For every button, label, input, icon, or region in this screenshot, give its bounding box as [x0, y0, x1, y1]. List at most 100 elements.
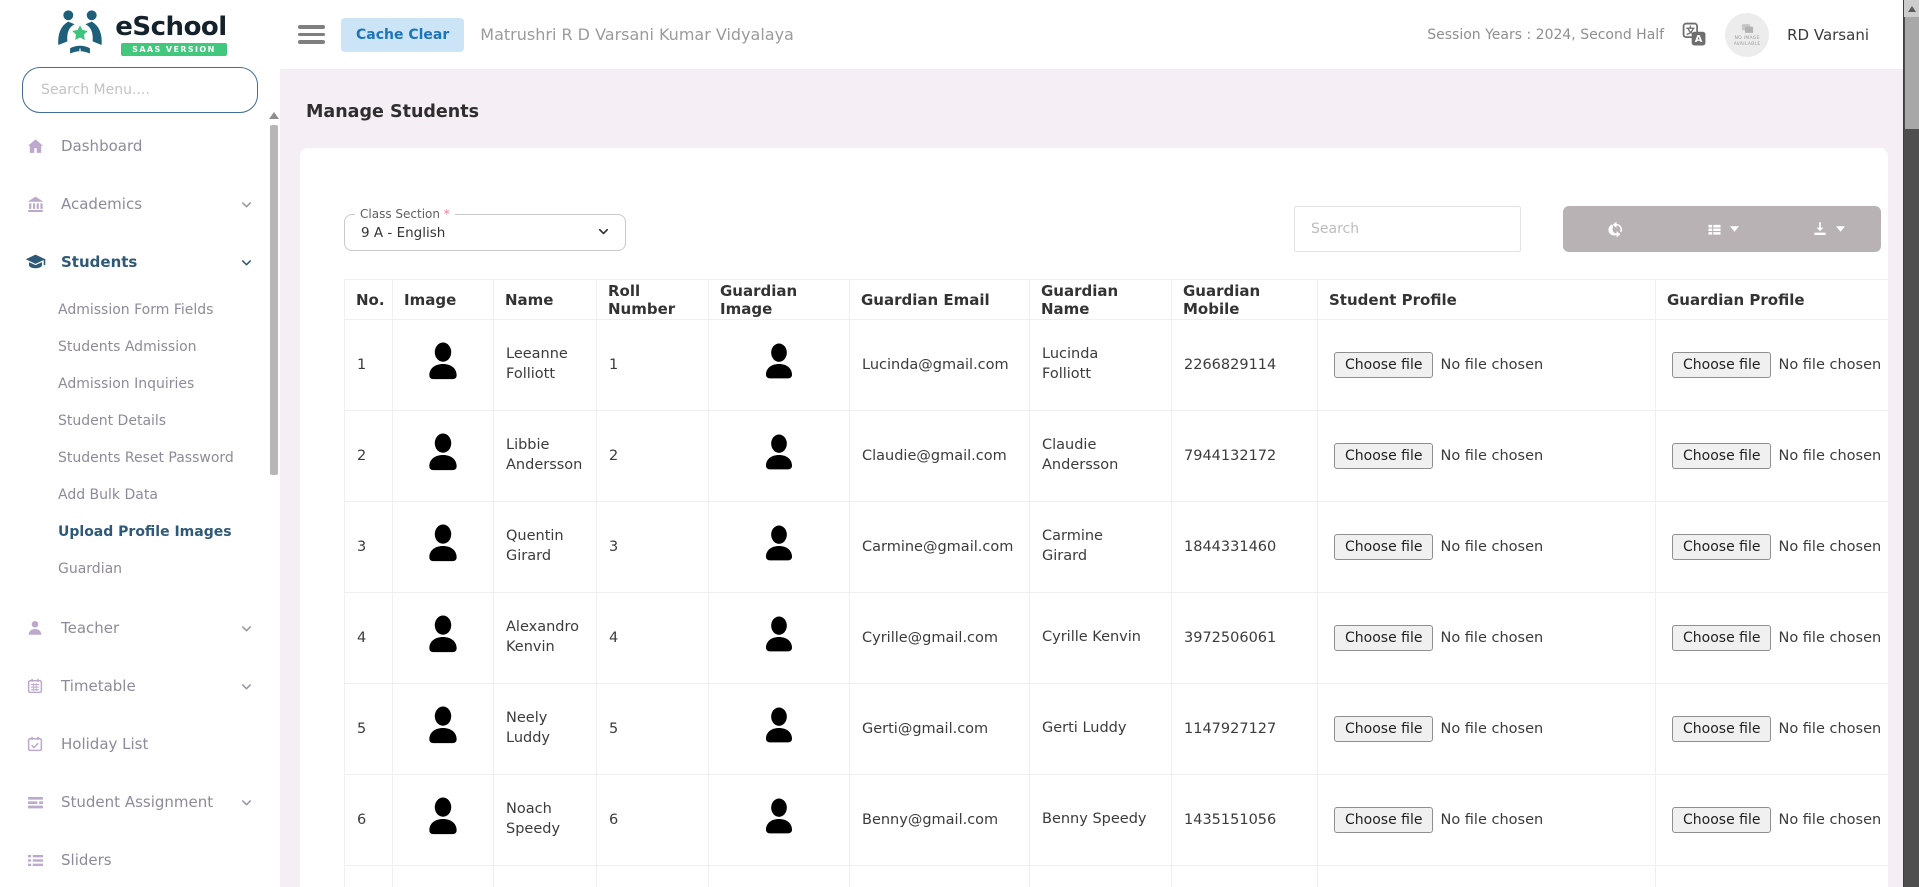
student-profile-file-input[interactable]: Choose file No file chosen	[1334, 534, 1543, 560]
student-profile-file-input[interactable]: Choose file No file chosen	[1334, 716, 1543, 742]
person-icon	[759, 705, 799, 749]
cell-guardian-name: Benny Speedy	[1030, 775, 1172, 866]
sidebar-item-label: Teacher	[61, 619, 119, 637]
sidebar-subitem-student-details[interactable]: Student Details	[0, 402, 280, 439]
cell-guardian-profile: Choose file No file chosen	[1656, 775, 1889, 866]
cell-guardian-mobile: 1435151056	[1172, 775, 1318, 866]
choose-file-button[interactable]: Choose file	[1334, 352, 1433, 378]
subitem-label: Students Reset Password	[58, 450, 234, 466]
table-search-input[interactable]	[1294, 206, 1521, 252]
sidebar-item-label: Dashboard	[61, 137, 142, 155]
sidebar-item-student-assignment[interactable]: Student Assignment	[0, 773, 280, 831]
choose-file-button[interactable]: Choose file	[1672, 352, 1771, 378]
person-icon	[422, 613, 464, 659]
table-actions-group	[1563, 206, 1881, 252]
page-scrollbar-thumb[interactable]	[1905, 17, 1919, 129]
cell-roll-number: 4	[597, 593, 709, 684]
sidebar-item-label: Student Assignment	[61, 793, 213, 811]
sidebar-item-dashboard[interactable]: Dashboard	[0, 117, 280, 175]
class-section-select[interactable]: 9 A - English	[355, 221, 615, 243]
cell-student-image	[393, 775, 494, 866]
choose-file-button[interactable]: Choose file	[1334, 534, 1433, 560]
subitem-label: Upload Profile Images	[58, 524, 232, 540]
cell-guardian-mobile: 1147927127	[1172, 684, 1318, 775]
sidebar-scrollbar[interactable]	[269, 112, 279, 887]
sidebar-item-sliders[interactable]: Sliders	[0, 831, 280, 887]
student-profile-file-input[interactable]: Choose file No file chosen	[1334, 807, 1543, 833]
header-image: Image	[393, 280, 494, 320]
choose-file-button[interactable]: Choose file	[1672, 625, 1771, 651]
sidebar-scrollbar-thumb[interactable]	[270, 125, 278, 475]
student-profile-file-input[interactable]: Choose file No file chosen	[1334, 625, 1543, 651]
page-scroll-up-button[interactable]	[1904, 0, 1919, 17]
brand-logo[interactable]: eSchool SAAS VERSION	[0, 0, 280, 63]
sidebar-item-academics[interactable]: Academics	[0, 175, 280, 233]
guardian-profile-file-input[interactable]: Choose file No file chosen	[1672, 443, 1881, 469]
columns-button[interactable]	[1669, 206, 1775, 252]
sidebar-search-input[interactable]	[22, 67, 258, 113]
sidebar-item-label: Students	[61, 253, 137, 271]
sidebar-item-timetable[interactable]: Timetable	[0, 657, 280, 715]
caret-down-icon	[1730, 226, 1739, 232]
cell-no	[345, 866, 393, 887]
page-scrollbar[interactable]	[1903, 0, 1919, 887]
header-guardian-name: Guardian Name	[1030, 280, 1172, 320]
students-submenu: Admission Form Fields Students Admission…	[0, 291, 280, 587]
cell-student-profile: Choose file No file chosen	[1318, 502, 1656, 593]
student-profile-file-input[interactable]: Choose file No file chosen	[1334, 352, 1543, 378]
sidebar-subitem-students-reset-password[interactable]: Students Reset Password	[0, 439, 280, 476]
no-file-chosen-text: No file chosen	[1778, 448, 1881, 464]
student-profile-file-input[interactable]: Choose file No file chosen	[1334, 443, 1543, 469]
choose-file-button[interactable]: Choose file	[1672, 807, 1771, 833]
subitem-label: Admission Inquiries	[58, 376, 194, 392]
choose-file-button[interactable]: Choose file	[1334, 807, 1433, 833]
hamburger-menu-icon[interactable]	[298, 25, 325, 44]
sidebar-item-teacher[interactable]: Teacher	[0, 599, 280, 657]
sidebar-subitem-students-admission[interactable]: Students Admission	[0, 328, 280, 365]
user-icon	[24, 619, 46, 637]
header-roll-number: Roll Number	[597, 280, 709, 320]
header-name: Name	[494, 280, 597, 320]
cell-guardian-email: Cyrille@gmail.com	[850, 593, 1030, 684]
header-student-profile: Student Profile	[1318, 280, 1656, 320]
sidebar-subitem-admission-form-fields[interactable]: Admission Form Fields	[0, 291, 280, 328]
sidebar-subitem-admission-inquiries[interactable]: Admission Inquiries	[0, 365, 280, 402]
no-file-chosen-text: No file chosen	[1440, 630, 1543, 646]
sidebar-subitem-add-bulk-data[interactable]: Add Bulk Data	[0, 476, 280, 513]
person-icon	[422, 704, 464, 750]
cell-guardian-mobile	[1172, 866, 1318, 887]
refresh-button[interactable]	[1563, 206, 1669, 252]
choose-file-button[interactable]: Choose file	[1672, 443, 1771, 469]
cell-guardian-email	[850, 866, 1030, 887]
choose-file-button[interactable]: Choose file	[1672, 534, 1771, 560]
no-file-chosen-text: No file chosen	[1778, 539, 1881, 555]
person-icon	[422, 522, 464, 568]
guardian-profile-file-input[interactable]: Choose file No file chosen	[1672, 807, 1881, 833]
no-file-chosen-text: No file chosen	[1440, 721, 1543, 737]
sidebar-item-holiday-list[interactable]: Holiday List	[0, 715, 280, 773]
language-translate-icon[interactable]: A	[1682, 22, 1707, 47]
header-guardian-email: Guardian Email	[850, 280, 1030, 320]
cache-clear-button[interactable]: Cache Clear	[341, 18, 464, 52]
guardian-profile-file-input[interactable]: Choose file No file chosen	[1672, 625, 1881, 651]
choose-file-button[interactable]: Choose file	[1334, 625, 1433, 651]
cell-name: Libbie Andersson	[494, 411, 597, 502]
choose-file-button[interactable]: Choose file	[1334, 716, 1433, 742]
guardian-profile-file-input[interactable]: Choose file No file chosen	[1672, 352, 1881, 378]
choose-file-button[interactable]: Choose file	[1672, 716, 1771, 742]
table-header-row: No. Image Name Roll Number Guardian Imag…	[345, 280, 1889, 320]
sidebar-item-students[interactable]: Students	[0, 233, 280, 291]
user-avatar[interactable]: NO IMAGE AVAILABLE	[1725, 13, 1769, 57]
school-name: Matrushri R D Varsani Kumar Vidyalaya	[480, 25, 794, 44]
sidebar-scroll-up-arrow[interactable]	[269, 112, 279, 119]
export-download-button[interactable]	[1775, 206, 1881, 252]
class-section-field: Class Section * 9 A - English	[344, 207, 626, 251]
guardian-profile-file-input[interactable]: Choose file No file chosen	[1672, 534, 1881, 560]
choose-file-button[interactable]: Choose file	[1334, 443, 1433, 469]
cell-name: Neely Luddy	[494, 684, 597, 775]
subitem-label: Add Bulk Data	[58, 487, 158, 503]
sidebar-subitem-upload-profile-images[interactable]: Upload Profile Images	[0, 513, 280, 550]
sidebar-subitem-guardian[interactable]: Guardian	[0, 550, 280, 587]
caret-down-icon	[1836, 226, 1845, 232]
guardian-profile-file-input[interactable]: Choose file No file chosen	[1672, 716, 1881, 742]
